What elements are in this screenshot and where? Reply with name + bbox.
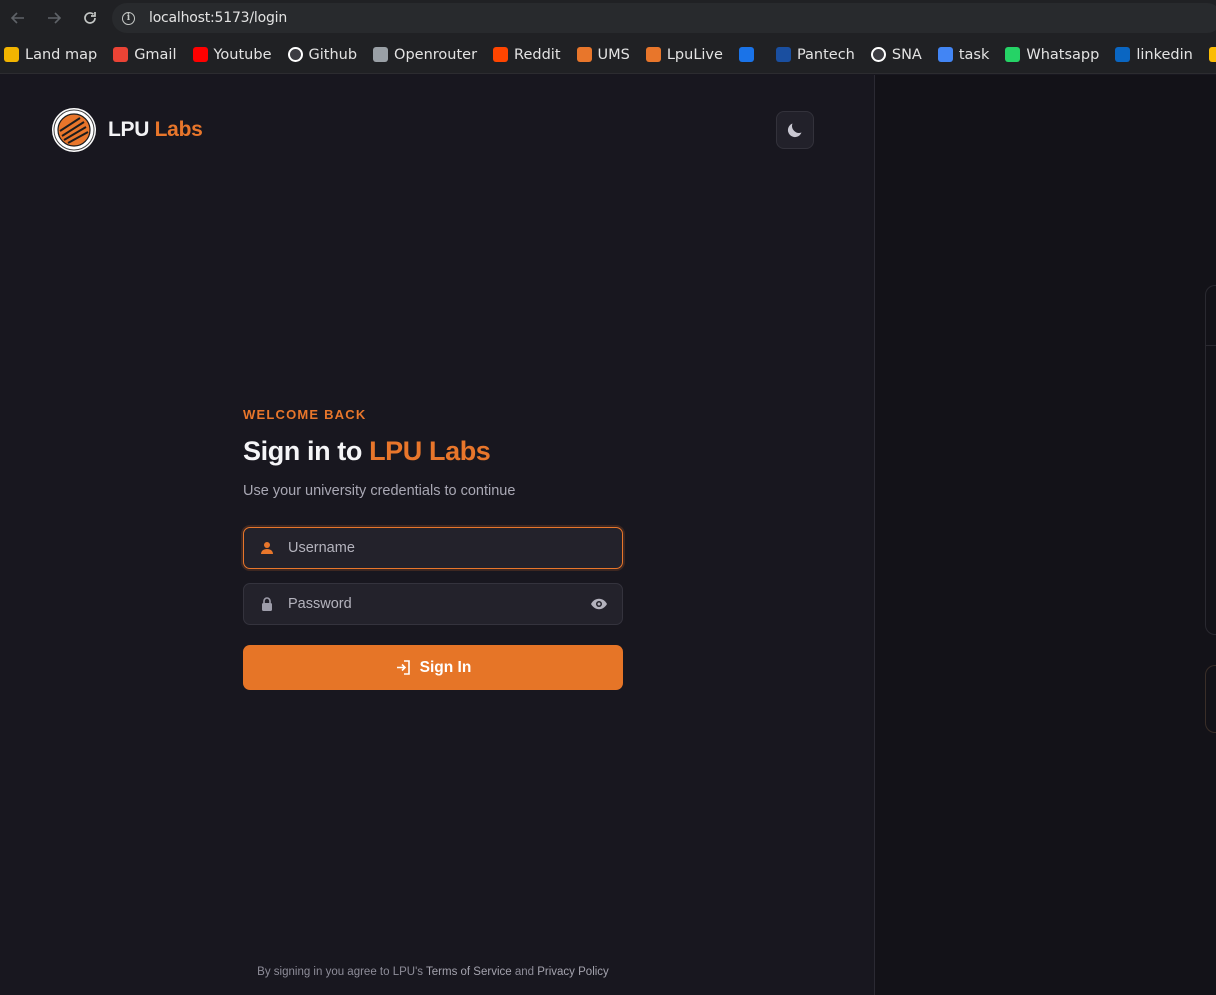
page-title: Sign in to LPU Labs xyxy=(243,436,491,466)
bookmark-item[interactable]: Youtube xyxy=(192,46,272,63)
bookmark-item[interactable]: Github xyxy=(287,46,358,63)
bookmark-item[interactable] xyxy=(738,47,760,62)
lpu-logo xyxy=(52,108,96,152)
bookmark-item[interactable]: UMS xyxy=(576,46,630,63)
arrow-right-icon xyxy=(48,12,62,24)
forward-button[interactable] xyxy=(36,0,72,36)
bookmark-item[interactable]: Whatsapp xyxy=(1005,47,1099,63)
legal-footer: By signing in you agree to LPU's Terms o… xyxy=(0,966,866,978)
arrow-left-icon xyxy=(10,12,24,24)
address-url: localhost:5173/login xyxy=(149,10,288,26)
bookmark-label: Openrouter xyxy=(394,46,478,63)
youtube-icon xyxy=(192,47,208,62)
welcome-eyebrow: WELCOME BACK xyxy=(243,407,367,422)
bookmark-item[interactable]: Pantech xyxy=(775,46,855,63)
login-form: WELCOME BACK Sign in to LPU Labs Use you… xyxy=(243,407,623,690)
eye-icon[interactable] xyxy=(590,596,608,612)
bookmark-label: linkedin xyxy=(1136,46,1193,63)
bookmarks-bar: Land map Gmail Youtube Github Openrouter Redd… xyxy=(0,36,1216,74)
sign-in-button[interactable]: Sign In xyxy=(243,645,623,690)
bookmark-item[interactable]: SNA xyxy=(870,46,922,63)
moon-icon xyxy=(787,123,802,138)
pantech-icon xyxy=(775,47,791,62)
brand[interactable]: LPU Labs xyxy=(52,108,203,152)
bookmark-item[interactable]: LpuLive xyxy=(645,46,723,63)
bookmark-item[interactable]: Land map xyxy=(4,47,97,63)
lpu-icon xyxy=(576,47,592,62)
site-info-icon[interactable]: i xyxy=(122,11,135,25)
footer-text: By signing in you agree to LPU's xyxy=(257,966,427,978)
bookmark-label: Whatsapp xyxy=(1026,46,1100,63)
preview-card-divider xyxy=(1205,345,1216,346)
reload-icon xyxy=(84,12,96,24)
lock-icon xyxy=(262,597,272,611)
bookmark-label: Github xyxy=(308,46,358,63)
linkedin-icon xyxy=(1115,47,1131,62)
bookmark-label: Reddit xyxy=(514,46,561,63)
bookmark-item[interactable]: Gmail xyxy=(113,46,177,63)
bookmark-item[interactable]: linkedin xyxy=(1115,46,1193,63)
bookmark-item[interactable]: task xyxy=(937,46,990,63)
footer-and: and xyxy=(511,966,538,978)
login-panel: LPU Labs WELCOME BACK Sign in to LPU Lab… xyxy=(0,75,874,995)
terms-link[interactable]: Terms of Service xyxy=(426,966,512,978)
bookmark-item[interactable]: Reddit xyxy=(493,46,561,63)
browser-toolbar: i localhost:5173/login xyxy=(0,0,1216,36)
whatsapp-icon xyxy=(1005,47,1021,62)
address-bar[interactable]: i localhost:5173/login xyxy=(112,3,1216,33)
reload-button[interactable] xyxy=(72,0,108,36)
bookmark-item[interactable]: Openrouter xyxy=(373,47,477,63)
sign-in-label: Sign In xyxy=(419,658,472,676)
bookmark-label: LpuLive xyxy=(666,46,723,63)
lpu-icon xyxy=(645,47,661,62)
user-icon xyxy=(261,542,273,554)
openrouter-icon xyxy=(373,47,389,62)
privacy-link[interactable]: Privacy Policy xyxy=(537,966,609,978)
bookmark-label: Land map xyxy=(25,46,98,63)
page-subtitle: Use your university credentials to conti… xyxy=(243,483,516,499)
login-icon xyxy=(396,660,410,675)
back-button[interactable] xyxy=(0,0,36,36)
land-map-icon xyxy=(4,47,19,62)
bookmark-item[interactable]: Dr xyxy=(1208,47,1216,63)
bookmark-label: Gmail xyxy=(134,46,177,63)
brand-name: LPU Labs xyxy=(108,118,203,141)
gmail-icon xyxy=(113,47,129,62)
showcase-panel xyxy=(875,75,1216,995)
bookmark-label: task xyxy=(958,46,990,63)
github-icon xyxy=(287,47,303,62)
theme-toggle-button[interactable] xyxy=(776,111,814,149)
password-input[interactable] xyxy=(288,584,578,624)
bookmark-label: UMS xyxy=(597,46,630,63)
username-field-wrapper xyxy=(243,527,623,569)
password-field-wrapper xyxy=(243,583,623,625)
bookmark-label: Youtube xyxy=(213,46,272,63)
preview-card xyxy=(1205,285,1216,635)
reddit-icon xyxy=(493,47,509,62)
task-icon xyxy=(937,47,953,62)
bookmark-label: SNA xyxy=(891,46,922,63)
username-input[interactable] xyxy=(288,528,578,568)
sna-icon xyxy=(870,47,886,62)
s-icon xyxy=(738,47,754,62)
bookmark-label: Pantech xyxy=(796,46,855,63)
login-page: LPU Labs WELCOME BACK Sign in to LPU Lab… xyxy=(0,75,1216,995)
drive-icon xyxy=(1208,47,1216,62)
preview-card-secondary xyxy=(1205,665,1216,733)
